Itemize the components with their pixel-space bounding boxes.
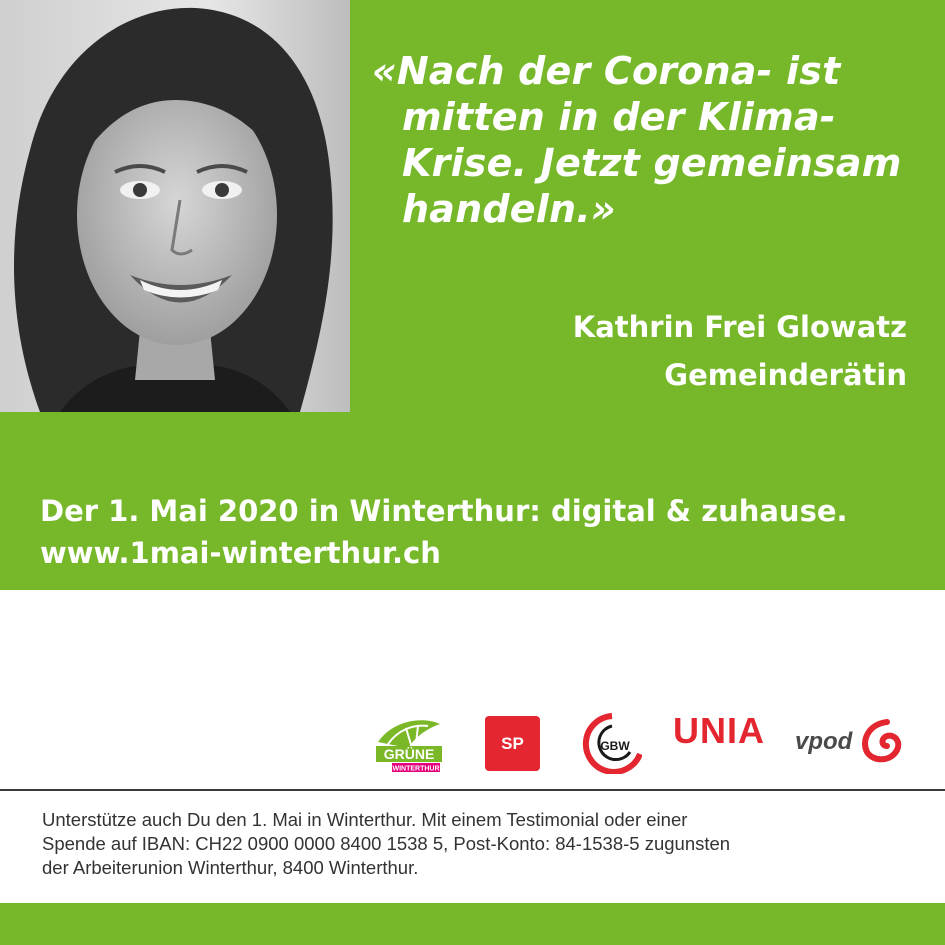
author-block: Kathrin Frei Glowatz Gemeinderätin	[573, 303, 907, 399]
vpod-swirl-icon	[857, 716, 903, 764]
quote-line: Krise. Jetzt gemeinsam	[402, 141, 902, 185]
author-role: Gemeinderätin	[664, 358, 907, 392]
vpod-logo: vpod	[795, 728, 853, 755]
quote-text: «Nach der Corona- ist mitten in der Klim…	[372, 48, 932, 232]
sp-logo: SP	[485, 716, 540, 771]
quote-line: handeln.»	[402, 187, 616, 231]
event-line: Der 1. Mai 2020 in Winterthur: digital &…	[40, 494, 848, 528]
support-line: der Arbeiterunion Winterthur, 8400 Winte…	[42, 857, 419, 878]
gruene-logo-text: GRÜNE	[384, 746, 435, 762]
support-line: Unterstütze auch Du den 1. Mai in Winter…	[42, 809, 688, 830]
campaign-card: «Nach der Corona- ist mitten in der Klim…	[0, 0, 945, 945]
author-name: Kathrin Frei Glowatz	[572, 310, 907, 344]
quote-line: «Nach der Corona- ist	[372, 49, 841, 93]
sp-logo-text: SP	[501, 733, 524, 753]
support-text: Unterstütze auch Du den 1. Mai in Winter…	[42, 808, 922, 880]
green-footer-bar	[0, 903, 945, 945]
gbw-logo-text: GBW	[600, 739, 630, 753]
support-line: Spende auf IBAN: CH22 0900 0000 8400 153…	[42, 833, 731, 854]
divider	[0, 789, 945, 791]
gbw-logo: GBW	[582, 712, 643, 775]
gruene-logo: GRÜNE WINTERTHUR	[368, 714, 446, 776]
portrait-photo	[0, 0, 350, 412]
gruene-logo-subtext: WINTERTHUR	[392, 766, 439, 773]
event-info: Der 1. Mai 2020 in Winterthur: digital &…	[40, 490, 848, 574]
unia-logo: UNIA	[673, 710, 765, 751]
partner-logos: GRÜNE WINTERTHUR SP GBW UNIA vpod	[360, 708, 920, 778]
event-url-link[interactable]: www.1mai-winterthur.ch	[40, 532, 848, 574]
quote-line: mitten in der Klima-	[402, 95, 836, 139]
